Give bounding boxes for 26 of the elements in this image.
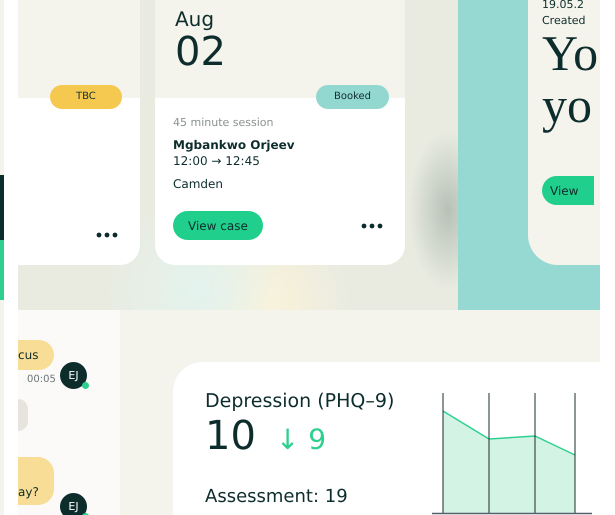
message-bubble: ay? (18, 457, 54, 505)
message-bubble (18, 399, 28, 431)
day-number: 02 (175, 30, 227, 74)
more-icon[interactable] (361, 222, 383, 228)
message-time: 00:05 (27, 374, 56, 385)
session-length: 45 minute session (173, 116, 275, 129)
assessment-label: Assessment: 19 (205, 486, 349, 507)
created-label: Created (542, 14, 587, 27)
session-time: 12:00 → 12:45 (173, 154, 261, 168)
note-date: 19.05.2 (542, 0, 585, 11)
note-heading: yo (542, 79, 593, 131)
month-label: Aug (175, 8, 216, 30)
status-badge: Booked (316, 85, 390, 109)
score-change: ↓ 9 (276, 423, 326, 456)
view-button[interactable]: View (542, 176, 594, 205)
more-icon[interactable] (96, 232, 118, 238)
note-heading: Yo (542, 27, 600, 79)
message-bubble: cus (18, 340, 54, 370)
score-title: Depression (PHQ–9) (205, 390, 396, 412)
view-case-button[interactable]: View case (173, 211, 263, 240)
avatar: EJ (60, 493, 87, 515)
client-name: Mgbankwo Orjeev (173, 138, 296, 152)
score-value: 10 (205, 412, 256, 460)
avatar: EJ (60, 362, 87, 389)
location: Camden (173, 177, 224, 191)
status-badge: TBC (50, 85, 122, 109)
